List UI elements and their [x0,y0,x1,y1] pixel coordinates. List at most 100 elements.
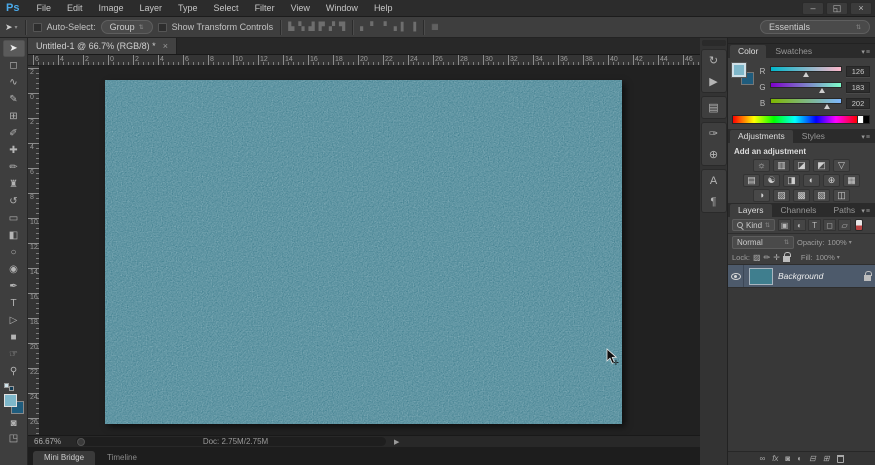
vibrance-icon[interactable]: ▽ [833,159,850,172]
threshold-icon[interactable]: ▩ [793,189,810,202]
actions-panel-icon[interactable]: ▶ [702,71,726,92]
spectrum-ramp[interactable] [732,115,858,124]
pen-tool[interactable]: ✒ [3,278,25,295]
channel-value-field[interactable]: 183 [846,81,870,93]
screen-mode-button[interactable]: ◳ [3,431,25,446]
align-horizontal-centers-icon[interactable]: ▚ [298,23,304,31]
channel-value-field[interactable]: 202 [846,97,870,109]
properties-panel-icon[interactable]: ▤ [702,97,726,118]
gradient-map-icon[interactable]: ▧ [813,189,830,202]
color-lookup-icon[interactable]: ▦ [843,174,860,187]
levels-icon[interactable]: ▥ [773,159,790,172]
curves-icon[interactable]: ◪ [793,159,810,172]
slider-thumb[interactable] [802,72,809,77]
align-right-edges-icon[interactable]: ▟ [309,23,315,31]
panel-menu-icon[interactable]: ▾≡ [861,207,871,215]
lock-all-icon[interactable] [782,252,791,262]
workspace-switcher-button[interactable]: Essentials ⇅ [760,20,870,34]
eyedropper-tool[interactable]: ✐ [3,125,25,142]
tab-timeline[interactable]: Timeline [96,451,148,465]
layer-style-icon[interactable]: fx [772,454,778,463]
zoom-tool[interactable]: ⚲ [3,363,25,380]
layer-row-background[interactable]: Background [728,264,875,288]
distribute-right-edges-icon[interactable]: ▐ [410,23,416,31]
menu-layer[interactable]: Layer [132,3,171,13]
blur-tool[interactable]: ○ [3,244,25,261]
clone-source-panel-icon[interactable]: ⊕ [702,144,726,165]
panel-menu-icon[interactable]: ▾≡ [861,48,871,56]
menu-image[interactable]: Image [91,3,132,13]
posterize-icon[interactable]: ▨ [773,189,790,202]
healing-brush-tool[interactable]: ✚ [3,142,25,159]
tab-mini-bridge[interactable]: Mini Bridge [33,451,96,465]
lock-pixels-icon[interactable]: ✏ [764,253,771,262]
filter-type-layers-icon[interactable]: T [808,219,822,231]
blue-slider[interactable]: B 202 [759,95,870,111]
dodge-tool[interactable]: ◉ [3,261,25,278]
show-transform-controls-checkbox[interactable] [157,22,167,32]
auto-select-target-dropdown[interactable]: Group ⇅ [100,20,153,34]
slider-track[interactable] [770,82,842,88]
brush-tool[interactable]: ✏ [3,159,25,176]
tab-adjustments[interactable]: Adjustments [730,130,793,143]
layer-thumbnail[interactable] [749,267,773,285]
black-white-icon[interactable]: ◨ [783,174,800,187]
distribute-horizontal-centers-icon[interactable]: ▌ [401,23,407,31]
filter-kind-dropdown[interactable]: Kind ⇅ [732,219,776,231]
tab-color[interactable]: Color [730,45,767,58]
photo-filter-icon[interactable]: ◐ [803,174,820,187]
brush-panel-icon[interactable]: ✑ [702,123,726,144]
status-options-arrow[interactable]: ▶ [394,438,399,446]
align-left-edges-icon[interactable]: ▙ [288,23,294,31]
lock-transparency-icon[interactable]: ▨ [753,253,761,262]
slider-thumb[interactable] [818,88,825,93]
gradient-tool[interactable]: ◧ [3,227,25,244]
menu-file[interactable]: File [28,3,59,13]
distribute-top-edges-icon[interactable]: ▖ [360,23,366,31]
foreground-color-swatch[interactable] [731,62,747,78]
add-layer-mask-icon[interactable]: ◙ [785,454,790,463]
auto-align-layers-icon[interactable]: ▦ [431,23,439,31]
new-layer-icon[interactable]: ⊞ [823,454,830,463]
dock-grip[interactable] [701,40,726,46]
green-slider[interactable]: G 183 [759,79,870,95]
eraser-tool[interactable]: ▭ [3,210,25,227]
filter-pixel-layers-icon[interactable]: ▣ [778,219,792,231]
distribute-vertical-centers-icon[interactable]: ▘ [370,23,376,31]
align-bottom-edges-icon[interactable]: ▜ [339,23,345,31]
brightness-contrast-icon[interactable]: ☼ [753,159,770,172]
channel-value-field[interactable]: 126 [846,65,870,77]
new-adjustment-layer-icon[interactable]: ◐ [797,454,802,463]
quick-mask-button[interactable]: ◙ [3,416,25,431]
menu-help[interactable]: Help [366,3,401,13]
panel-menu-icon[interactable]: ▾≡ [861,133,871,141]
close-button[interactable]: × [850,1,872,15]
foreground-color-swatch[interactable] [3,394,17,407]
move-tool[interactable]: ➤ [2,40,25,57]
menu-select[interactable]: Select [206,3,247,13]
filter-smart-objects-icon[interactable]: ▱ [838,219,852,231]
opacity-field[interactable]: 100% ▾ [828,238,852,247]
menu-view[interactable]: View [283,3,318,13]
lock-position-icon[interactable]: ✛ [773,253,780,262]
new-group-icon[interactable]: ⊟ [809,454,816,463]
marquee-tool[interactable]: ◻ [3,57,25,74]
menu-window[interactable]: Window [318,3,366,13]
invert-icon[interactable]: ◑ [753,189,770,202]
zoom-level-field[interactable]: 66.67% [34,437,68,446]
horizontal-ruler[interactable]: 6 4 2 0 2 4 6 8 10 12 14 16 18 20 22 24 26 28 30 32 34 36 38 40… [28,55,700,66]
visibility-toggle[interactable] [728,265,744,287]
minimize-button[interactable]: – [802,1,824,15]
slider-track[interactable] [770,98,842,104]
hand-tool[interactable]: ☞ [3,346,25,363]
quick-selection-tool[interactable]: ✎ [3,91,25,108]
blend-mode-dropdown[interactable]: Normal ⇅ [732,236,794,249]
paragraph-panel-icon[interactable]: ¶ [702,191,726,212]
selective-color-icon[interactable]: ◫ [833,189,850,202]
black-swatch[interactable] [864,115,870,124]
canvas[interactable] [105,80,622,424]
menu-edit[interactable]: Edit [59,3,91,13]
document-tab[interactable]: Untitled-1 @ 66.7% (RGB/8) * × [28,38,177,54]
slider-thumb[interactable] [824,104,831,109]
close-icon[interactable]: × [163,41,168,51]
